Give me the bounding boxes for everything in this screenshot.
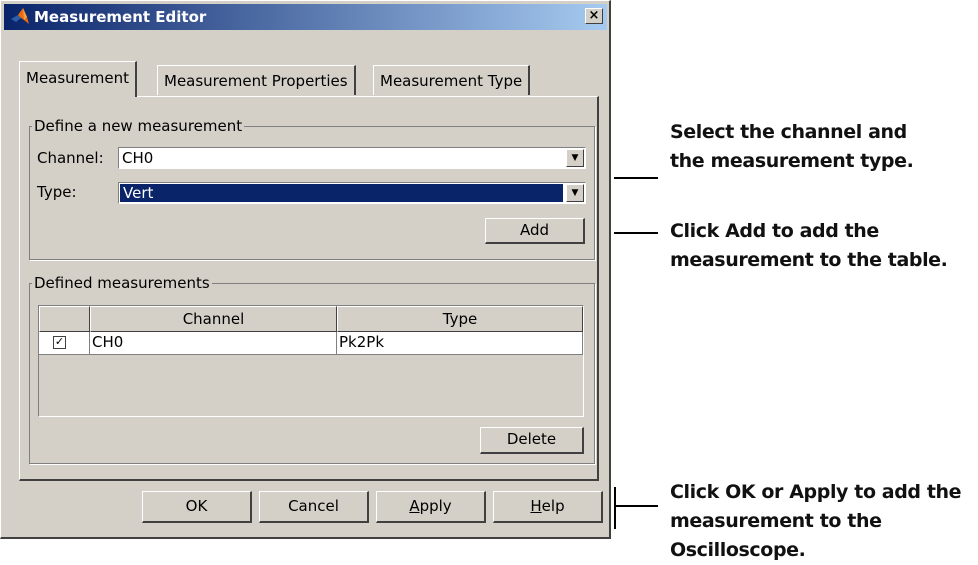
measurements-table: Channel Type ✓ CH0 Pk2Pk <box>38 305 584 417</box>
help-label: elp <box>541 497 565 515</box>
annotation-ok: Click OK or Apply to add the measurement… <box>670 478 978 565</box>
apply-label: pply <box>419 497 452 515</box>
callout-line-add <box>614 232 658 234</box>
table-row-check-cell[interactable]: ✓ <box>39 332 90 355</box>
callout-line-ok <box>614 505 658 507</box>
annotation-select: Select the channel and the measurement t… <box>670 118 914 176</box>
chevron-down-icon[interactable]: ▼ <box>566 184 584 202</box>
help-button[interactable]: Help <box>493 491 603 523</box>
annotation-add-pre: Click <box>670 220 726 242</box>
matlab-icon <box>11 8 29 24</box>
table-cell-type[interactable]: Pk2Pk <box>337 332 583 355</box>
callout-bracket-ok <box>614 487 616 529</box>
annotation-ok-pre: Click <box>670 481 726 503</box>
channel-label: Channel: <box>37 149 104 167</box>
table-header-type[interactable]: Type <box>337 306 583 332</box>
apply-button[interactable]: Apply <box>376 491 486 523</box>
type-select[interactable]: Vert ▼ <box>118 182 586 204</box>
annotation-add-line2: measurement to the table. <box>670 249 948 271</box>
chevron-down-icon[interactable]: ▼ <box>566 149 584 167</box>
annotation-add-post: to add the <box>765 220 879 242</box>
table-cell-channel[interactable]: CH0 <box>90 332 337 355</box>
annotation-ok-post: to add the <box>848 481 962 503</box>
cancel-button[interactable]: Cancel <box>259 491 369 523</box>
tab-measurement-properties[interactable]: Measurement Properties <box>157 65 356 95</box>
annotation-add-bold: Add <box>725 220 766 242</box>
table-header-check <box>39 306 90 332</box>
type-select-value: Vert <box>120 184 563 202</box>
annotation-ok-mid: or <box>755 481 790 503</box>
title-bar: Measurement Editor × <box>4 4 607 30</box>
annotation-add: Click Add to add the measurement to the … <box>670 217 948 275</box>
channel-select-value: CH0 <box>122 149 154 167</box>
delete-button[interactable]: Delete <box>480 427 584 454</box>
add-button[interactable]: Add <box>485 218 585 244</box>
close-button[interactable]: × <box>585 8 603 24</box>
callout-line-select <box>614 177 658 179</box>
table-header-channel[interactable]: Channel <box>90 306 337 332</box>
annotation-ok-bold1: OK <box>725 481 756 503</box>
row-checkbox[interactable]: ✓ <box>53 336 66 349</box>
type-label: Type: <box>37 183 77 201</box>
help-mnemonic: H <box>530 497 542 515</box>
annotation-select-line1: Select the channel and <box>670 121 907 143</box>
tab-measurement-type[interactable]: Measurement Type <box>373 65 531 95</box>
annotation-ok-bold2: Apply <box>789 481 849 503</box>
measurement-editor-window: Measurement Editor × Measurement Measure… <box>0 0 611 539</box>
apply-mnemonic: A <box>409 497 420 515</box>
ok-button[interactable]: OK <box>142 491 252 523</box>
window-title: Measurement Editor <box>34 8 207 26</box>
defined-group-legend: Defined measurements <box>34 274 210 292</box>
channel-select[interactable]: CH0 ▼ <box>118 147 586 169</box>
annotation-select-line2: the measurement type. <box>670 150 914 172</box>
define-group-legend: Define a new measurement <box>34 117 243 135</box>
tab-measurement[interactable]: Measurement <box>19 61 137 97</box>
annotation-ok-line2: measurement to the Oscilloscope. <box>670 510 882 561</box>
